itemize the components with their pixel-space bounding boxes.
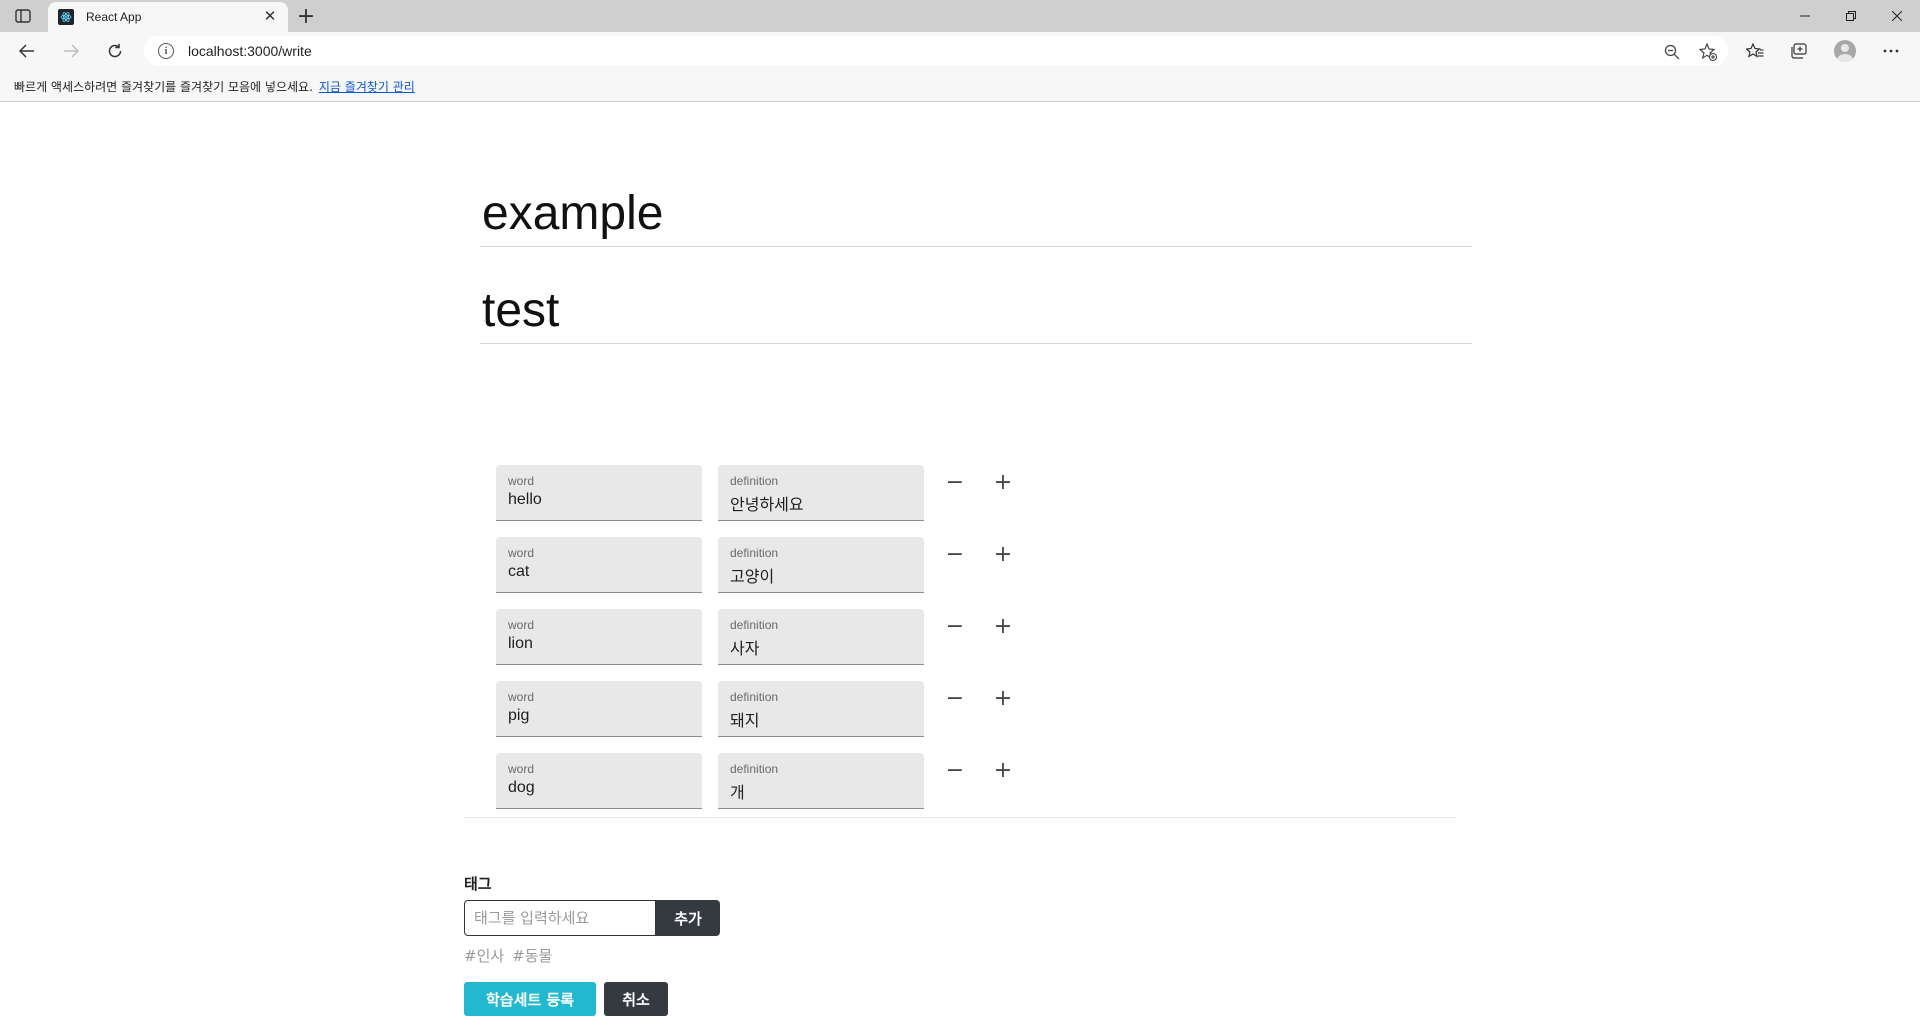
word-field[interactable]: word dog	[496, 753, 702, 809]
sidebar-icon[interactable]	[12, 7, 34, 25]
add-row-icon[interactable]: +	[988, 683, 1018, 713]
close-tab-icon[interactable]: ✕	[262, 7, 278, 25]
word-value[interactable]: cat	[508, 563, 529, 581]
word-label: word	[508, 618, 535, 632]
definition-label: definition	[730, 546, 779, 560]
address-bar[interactable]: i localhost:3000/write	[144, 36, 1728, 66]
info-icon[interactable]: i	[158, 43, 174, 59]
address-url[interactable]: localhost:3000/write	[188, 43, 312, 59]
remove-row-icon[interactable]: −	[940, 755, 970, 785]
word-field[interactable]: word lion	[496, 609, 702, 665]
profile-icon[interactable]	[1834, 40, 1856, 62]
title-input[interactable]	[480, 181, 1472, 247]
definition-label: definition	[730, 618, 779, 632]
definition-value[interactable]: 사자	[730, 635, 759, 659]
word-field[interactable]: word cat	[496, 537, 702, 593]
definition-label: definition	[730, 474, 779, 488]
definition-value[interactable]: 돼지	[730, 707, 759, 731]
add-row-icon[interactable]: +	[988, 755, 1018, 785]
tag-item[interactable]: #동물	[512, 945, 552, 969]
description-input[interactable]	[480, 278, 1472, 344]
forward-icon[interactable]	[58, 39, 84, 63]
definition-field[interactable]: definition 안녕하세요	[718, 465, 924, 521]
browser-chrome: React App ✕ + i localhost:3000/write 빠르게…	[0, 0, 1920, 102]
add-row-icon[interactable]: +	[988, 539, 1018, 569]
remove-row-icon[interactable]: −	[940, 467, 970, 497]
collections-icon[interactable]	[1786, 39, 1812, 63]
tag-item[interactable]: #인사	[464, 945, 504, 969]
tag-list: #인사 #동물	[464, 945, 552, 969]
add-row-icon[interactable]: +	[988, 611, 1018, 641]
word-value[interactable]: lion	[508, 635, 533, 653]
restore-icon[interactable]	[1828, 0, 1874, 32]
browser-tab[interactable]: React App ✕	[48, 2, 288, 32]
cards-divider	[464, 817, 1456, 818]
add-tag-button[interactable]: 추가	[656, 900, 720, 936]
favorites-bar: 빠르게 액세스하려면 즐겨찾기를 즐겨찾기 모음에 넣으세요. 지금 즐겨찾기 …	[0, 70, 1920, 102]
definition-field[interactable]: definition 고양이	[718, 537, 924, 593]
tab-bar: React App ✕ +	[0, 0, 1920, 32]
remove-row-icon[interactable]: −	[940, 611, 970, 641]
submit-set-button[interactable]: 학습세트 등록	[464, 982, 596, 1016]
tab-title: React App	[86, 10, 142, 24]
definition-field[interactable]: definition 사자	[718, 609, 924, 665]
write-page: word hello definition 안녕하세요 − + word cat…	[0, 102, 1920, 1033]
refresh-icon[interactable]	[102, 39, 128, 63]
react-favicon	[58, 9, 74, 25]
word-field[interactable]: word pig	[496, 681, 702, 737]
word-label: word	[508, 762, 535, 776]
word-label: word	[508, 474, 535, 488]
favorites-icon[interactable]	[1742, 39, 1768, 63]
word-field[interactable]: word hello	[496, 465, 702, 521]
word-label: word	[508, 690, 535, 704]
word-label: word	[508, 546, 535, 560]
zoom-icon[interactable]	[1662, 43, 1682, 61]
minimize-icon[interactable]	[1782, 0, 1828, 32]
browser-toolbar: i localhost:3000/write	[0, 32, 1920, 70]
back-icon[interactable]	[14, 39, 40, 63]
word-value[interactable]: hello	[508, 491, 542, 509]
cancel-button[interactable]: 취소	[604, 982, 668, 1016]
definition-value[interactable]: 고양이	[730, 563, 774, 587]
definition-label: definition	[730, 762, 779, 776]
definition-value[interactable]: 개	[730, 779, 745, 803]
add-favorite-icon[interactable]	[1698, 43, 1718, 61]
more-icon[interactable]	[1878, 39, 1904, 63]
remove-row-icon[interactable]: −	[940, 539, 970, 569]
manage-favorites-link[interactable]: 지금 즐겨찾기 관리	[319, 78, 415, 95]
add-row-icon[interactable]: +	[988, 467, 1018, 497]
tag-heading: 태그	[464, 875, 492, 893]
close-icon[interactable]	[1874, 0, 1920, 32]
favorites-prompt: 빠르게 액세스하려면 즐겨찾기를 즐겨찾기 모음에 넣으세요.	[14, 79, 313, 94]
remove-row-icon[interactable]: −	[940, 683, 970, 713]
tag-input[interactable]	[464, 900, 656, 936]
definition-field[interactable]: definition 개	[718, 753, 924, 809]
new-tab-icon[interactable]: +	[294, 4, 318, 29]
definition-field[interactable]: definition 돼지	[718, 681, 924, 737]
word-value[interactable]: dog	[508, 779, 535, 797]
definition-label: definition	[730, 690, 779, 704]
definition-value[interactable]: 안녕하세요	[730, 491, 804, 515]
word-value[interactable]: pig	[508, 707, 529, 725]
